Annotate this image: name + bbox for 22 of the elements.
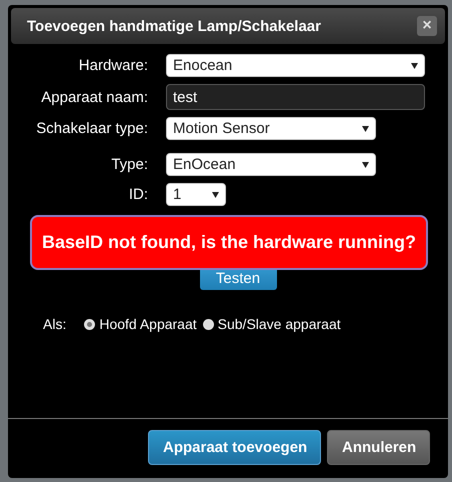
caret-icon xyxy=(411,62,418,69)
close-button[interactable]: × xyxy=(417,16,437,36)
radio-option[interactable]: Hoofd Apparaat xyxy=(84,316,197,332)
dialog-title: Toevoegen handmatige Lamp/Schakelaar xyxy=(27,18,321,34)
dropdown[interactable]: 1 xyxy=(166,183,226,206)
field-label: Schakelaar type: xyxy=(35,120,148,137)
error-alert: BaseID not found, is the hardware running? xyxy=(30,215,428,270)
dropdown[interactable]: EnOcean xyxy=(166,153,376,176)
caret-icon xyxy=(362,161,369,168)
add-device-button[interactable]: Apparaat toevoegen xyxy=(148,430,321,465)
caret-icon xyxy=(362,125,369,132)
caret-icon xyxy=(212,191,219,198)
dropdown[interactable]: Motion Sensor xyxy=(166,117,376,140)
text-field[interactable]: test xyxy=(166,84,425,110)
dropdown[interactable]: Enocean xyxy=(166,54,425,77)
field-label: Hardware: xyxy=(78,57,148,74)
field-label: Apparaat naam: xyxy=(40,88,148,106)
field-label: Type: xyxy=(110,156,148,173)
field-label: Als: xyxy=(43,316,66,332)
field-label: ID: xyxy=(128,186,148,203)
cancel-button[interactable]: Annuleren xyxy=(327,430,430,465)
radio-option[interactable]: Sub/Slave apparaat xyxy=(202,316,341,332)
